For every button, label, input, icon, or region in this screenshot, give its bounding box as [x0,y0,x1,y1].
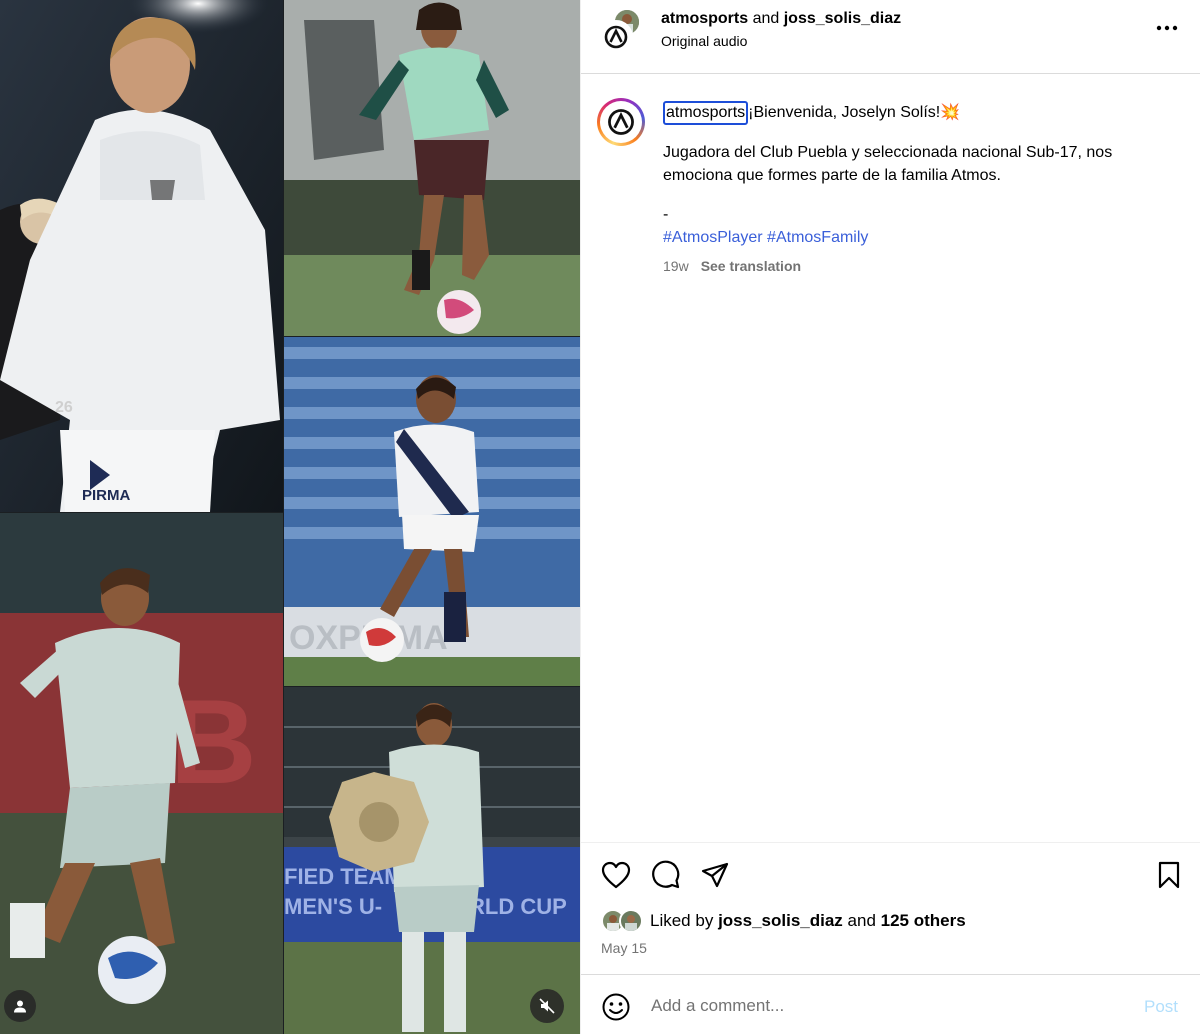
comment-icon [652,860,680,889]
comment-input[interactable] [651,993,1121,1019]
tagged-users-button[interactable] [4,990,36,1022]
author-link-atmosports[interactable]: atmosports [661,10,748,27]
board-text-2: MEN'S U- [284,894,382,919]
liker-avatars[interactable] [601,909,645,933]
mute-audio-button[interactable] [530,989,564,1023]
post-date[interactable]: May 15 [601,940,647,956]
bookmark-icon [1158,861,1180,889]
liked-by-prefix: Liked by [650,911,714,930]
author-link-joss-solis-diaz[interactable]: joss_solis_diaz [784,10,901,27]
caption-paragraph: Jugadora del Club Puebla y seleccionada … [663,144,1113,184]
caption-headline: ¡Bienvenida, Joselyn Solís! [748,104,941,121]
see-translation-link[interactable]: See translation [701,258,801,274]
liker-avatar[interactable] [619,909,643,933]
comment-button[interactable] [650,859,682,891]
post-actions: Liked by joss_solis_diaz and 125 others … [581,842,1200,974]
save-button[interactable] [1153,859,1185,891]
atmos-logo-icon [608,109,634,135]
board-text-3: RLD CUP [469,894,567,919]
liked-by-others-link[interactable]: 125 others [881,911,966,930]
hashtag-atmosplayer[interactable]: #AtmosPlayer [663,229,763,246]
more-options-button[interactable] [1153,16,1181,40]
media-tile-puebla-player: OXPIRMA [284,337,580,686]
user-icon [14,1000,26,1013]
speaker-muted-icon [539,998,555,1014]
author-conjunction: and [752,10,780,27]
share-icon [701,862,729,888]
media-tile-mexico-player: B [0,513,283,1034]
like-button[interactable] [600,859,632,891]
post-authors: atmosports and joss_solis_diaz [661,9,901,29]
jersey-number: 26 [55,399,73,416]
media-tile-training-player [284,0,580,336]
post-age[interactable]: 19w [663,258,689,274]
post-side-panel: atmosports and joss_solis_diaz Original … [580,0,1200,1034]
original-audio-link[interactable]: Original audio [661,33,747,49]
caption-username[interactable]: atmosports [663,101,749,125]
post-header: atmosports and joss_solis_diaz Original … [581,0,1200,74]
post-comment-button[interactable]: Post [1144,997,1178,1017]
likes-text: Liked by joss_solis_diaz and 125 others [650,911,966,931]
media-tile-white-jacket-player: PIRMA 26 [0,0,283,512]
share-button[interactable] [699,859,731,891]
likes-summary: Liked by joss_solis_diaz and 125 others [601,909,966,933]
media-tile-player-with-plaque: FIED TEAM MEN'S U- RLD CUP [284,687,580,1034]
heart-icon [601,861,631,889]
sponsor-text: PIRMA [82,487,131,504]
post-media-collage[interactable]: PIRMA 26 B FIED TEAM MEN'S U- RLD CUP [0,0,580,1034]
explosion-emoji-icon: 💥 [940,104,961,121]
liked-by-and: and [847,911,876,930]
caption-dash: - [663,206,669,223]
avatar-atmosports[interactable] [599,20,633,54]
caption-meta: 19w See translation [663,255,1183,278]
smiley-icon [602,993,630,1021]
hashtag-atmosfamily[interactable]: #AtmosFamily [767,229,868,246]
caption-body: atmosports ¡Bienvenida, Joselyn Solís!💥 J… [663,101,1183,278]
caption-hashtags: #AtmosPlayer #AtmosFamily [663,226,1183,249]
caption-avatar[interactable] [597,98,645,146]
collab-avatars[interactable] [599,8,643,54]
emoji-picker-button[interactable] [601,992,631,1022]
atmos-logo-icon [604,25,628,49]
comment-composer: Post [581,974,1200,1034]
more-horizontal-icon [1156,25,1178,31]
liked-by-user-link[interactable]: joss_solis_diaz [718,911,843,930]
